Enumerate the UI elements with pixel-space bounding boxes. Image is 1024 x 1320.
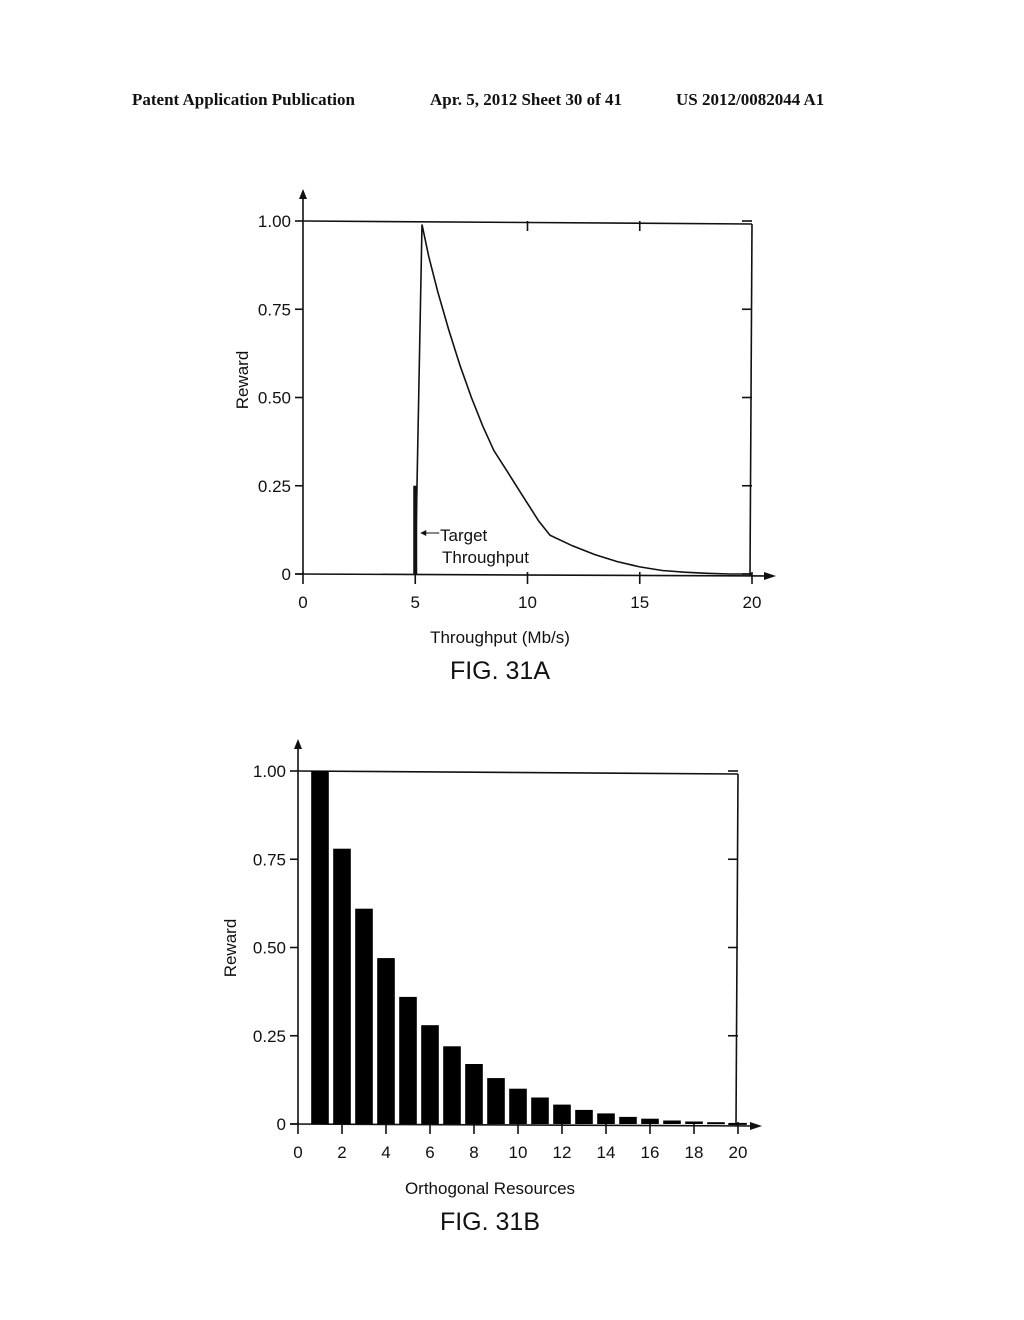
fig31b-x-tick-label: 14 [597,1143,616,1162]
fig31b-bar [729,1122,747,1125]
fig31b-bar [311,771,329,1124]
fig31b-bar [465,1064,483,1124]
fig31b-x-tick-label: 18 [685,1143,704,1162]
fig31b-x-tick-label: 0 [293,1143,302,1162]
fig31b-x-tick-label: 20 [729,1143,748,1162]
fig31b-bar [399,996,417,1124]
fig31b-bar [509,1088,527,1124]
fig31b-bar [421,1025,439,1124]
fig31b-x-tick-label: 12 [553,1143,572,1162]
fig31b-y-tick-label: 0.75 [253,850,286,869]
fig31b-x-tick-label: 10 [509,1143,528,1162]
fig31b-bar [707,1122,725,1125]
fig31b-ylabel: Reward [221,919,240,978]
fig31b-caption: FIG. 31B [440,1208,540,1236]
fig31b-xlabel: Orthogonal Resources [405,1179,575,1198]
fig31b-bar [531,1097,549,1124]
fig31b-bar [553,1104,571,1124]
fig31b-bar [333,848,351,1124]
fig31b-top-border [297,770,739,775]
fig31b-bar [663,1120,681,1124]
fig-31b-chart: Reward Orthogonal Resources FIG. 31B 0 0.… [221,739,762,1236]
fig31b-bar [487,1078,505,1124]
fig31b-y-tick-label: 0.50 [253,939,286,958]
fig31b-bar [575,1109,593,1124]
fig31b-y-tick-label: 0 [277,1115,286,1134]
fig31b-bar [619,1116,637,1124]
fig31b-y-tick-label: 0.25 [253,1027,286,1046]
fig31b-x-tick-label: 16 [641,1143,660,1162]
fig31b-bar [597,1113,615,1124]
fig31b-x-tick-label: 6 [425,1143,434,1162]
fig31b-bar [685,1121,703,1124]
fig31b-bar [443,1046,461,1124]
fig31b-x-axis [289,1123,757,1127]
fig31b-y-axis-arrow [294,739,302,749]
fig31b-x-tick-label: 2 [337,1143,346,1162]
fig31b-x-tick-label: 8 [469,1143,478,1162]
fig31b-x-axis-arrow [750,1122,762,1130]
fig31b-bar [377,958,395,1124]
fig31b-x-tick-label: 4 [381,1143,390,1162]
fig31b-bar [355,908,373,1124]
fig31b-bar [641,1118,659,1124]
fig31b-right-border [735,773,739,1127]
fig31b-y-tick-label: 1.00 [253,762,286,781]
